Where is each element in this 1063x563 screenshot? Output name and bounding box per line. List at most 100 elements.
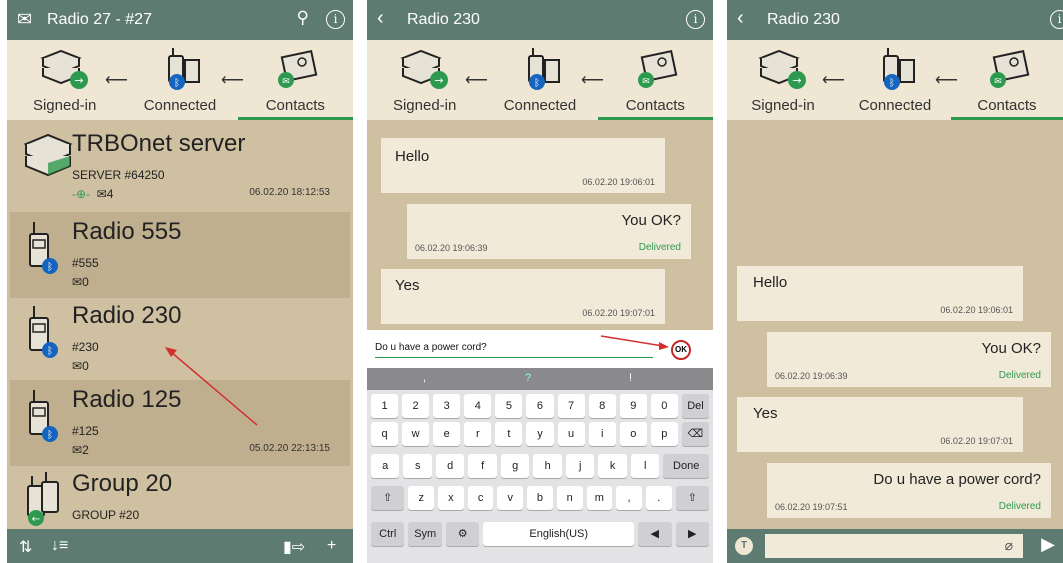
message-input[interactable]: Do u have a power cord? [375,342,487,353]
list-item[interactable]: ᛒ Radio 125 #125 ✉2 05.02.20 22:13:15 [10,380,350,466]
keyboard-key[interactable]: b [527,486,553,510]
list-item[interactable]: ᛒ Radio 555 #555 ✉0 [10,212,350,298]
keyboard-key[interactable]: g [500,454,530,478]
keyboard-key[interactable]: 1 [371,394,399,418]
keyboard-key[interactable]: c [467,486,494,510]
message-timestamp: 06.02.20 19:06:01 [582,177,655,187]
add-contact-icon[interactable]: ▮⇨ [283,537,305,557]
sort-icon[interactable]: ⇅ [19,537,32,557]
group-radios-icon: ← [27,472,59,526]
keyboard-key[interactable]: p [650,422,678,446]
keyboard-key[interactable]: o [619,422,647,446]
keyboard-key[interactable]: English(US) [483,522,635,546]
envelope-icon[interactable]: ✉ [17,9,32,30]
sort-desc-icon[interactable]: ↓≡ [51,537,68,555]
keyboard-key[interactable]: d [435,454,465,478]
keyboard-key[interactable]: ▶ [675,522,709,546]
keyboard-key[interactable]: u [557,422,585,446]
keyboard-key[interactable]: Done [663,454,709,478]
info-icon[interactable]: i [686,8,705,29]
tab-contacts[interactable]: ✉ Contacts [237,40,353,120]
keyboard-key[interactable]: 2 [402,394,430,418]
message-bubble-outgoing[interactable]: You OK? 06.02.20 19:06:39 Delivered [767,332,1051,387]
keyboard-key[interactable]: n [556,486,583,510]
tab-label: Contacts [265,97,325,114]
info-icon[interactable]: i [1050,8,1063,29]
keyboard-key[interactable]: 8 [588,394,616,418]
tab-contacts[interactable]: ✉ Contacts [950,40,1063,120]
add-icon[interactable]: + [327,537,336,555]
keyboard-key[interactable]: ⇧ [675,486,709,510]
keyboard-key[interactable]: t [495,422,523,446]
search-icon[interactable]: ⚲ [297,8,309,28]
send-icon[interactable]: ▶ [1041,534,1055,555]
keyboard-key[interactable]: r [464,422,492,446]
message-input[interactable]: ⌀ [765,534,1023,558]
keyboard-key[interactable]: q [371,422,399,446]
message-bubble-incoming[interactable]: Hello 06.02.20 19:06:01 [381,138,665,193]
svg-text:←: ← [32,514,40,525]
keyboard-key[interactable]: f [468,454,497,478]
keyboard-key[interactable]: y [526,422,554,446]
keyboard-key[interactable]: l [630,454,660,478]
keyboard-key[interactable]: 6 [526,394,554,418]
suggestion-item[interactable]: , [423,372,426,384]
suggestion-item[interactable]: ? [525,372,531,384]
keyboard-key[interactable]: ⚙ [445,522,480,546]
message-text: Do u have a power cord? [873,471,1041,488]
delivery-status: Delivered [998,370,1041,381]
keyboard-key[interactable]: w [402,422,430,446]
keyboard-key[interactable]: Sym [408,522,442,546]
ok-button[interactable]: OK [671,340,691,360]
keyboard-key[interactable]: h [533,454,562,478]
keyboard-key[interactable]: j [565,454,595,478]
keyboard-key[interactable]: 7 [557,394,585,418]
keyboard-key[interactable]: i [588,422,616,446]
keyboard-key[interactable]: ◀ [638,522,672,546]
keyboard-key[interactable]: a [371,454,400,478]
keyboard-key[interactable]: k [598,454,627,478]
keyboard-key[interactable]: e [433,422,461,446]
keyboard-key[interactable]: ⇧ [371,486,405,510]
keyboard-key[interactable]: 5 [495,394,523,418]
chat-screen-typing: ‹ Radio 230 i → Signed-in ⟵ ᛒ Connected … [367,0,713,563]
keyboard-key[interactable]: z [408,486,435,510]
message-bubble-outgoing[interactable]: You OK? 06.02.20 19:06:39 Delivered [407,204,691,259]
keyboard-key[interactable]: . [645,486,672,510]
keyboard-key[interactable]: 3 [433,394,461,418]
keyboard-key[interactable]: v [497,486,524,510]
back-icon[interactable]: ‹ [377,7,384,30]
info-icon[interactable]: i [326,8,345,29]
contacts-screen: ✉ Radio 27 - #27 ⚲ i → Signed-in ⟵ ᛒ Con… [7,0,353,563]
keyboard-key[interactable]: 9 [619,394,647,418]
back-icon[interactable]: ‹ [737,7,744,30]
suggestion-item[interactable]: ! [629,372,632,384]
message-timestamp: 06.02.20 19:07:51 [775,502,848,512]
list-item[interactable]: ᛒ Radio 230 #230 ✉0 [10,296,350,382]
keyboard-key[interactable]: 0 [650,394,678,418]
keyboard-key[interactable]: 4 [464,394,492,418]
tab-label: Contacts [625,97,685,114]
attach-icon[interactable]: ⌀ [1005,537,1013,554]
keyboard-key[interactable]: Del [681,394,709,418]
list-item[interactable]: TRBOnet server SERVER #64250 -⊕- ✉4 06.0… [10,124,350,210]
keyboard-key[interactable]: ⌫ [681,422,709,446]
keyboard-key[interactable]: s [403,454,432,478]
keyboard-key[interactable]: x [438,486,464,510]
tab-label: Connected [143,97,217,114]
message-bubble-outgoing[interactable]: Do u have a power cord? 06.02.20 19:07:5… [767,463,1051,518]
page-title: Radio 230 [407,11,480,28]
timestamp: 06.02.20 18:12:53 [249,187,330,198]
message-bubble-incoming[interactable]: Hello 06.02.20 19:06:01 [737,266,1023,321]
keyboard-key[interactable]: Ctrl [371,522,405,546]
contact-id: #125 [72,424,99,438]
keyboard-key[interactable]: , [616,486,642,510]
message-text: Hello [753,274,788,291]
template-button[interactable]: T [735,537,753,555]
tab-contacts[interactable]: ✉ Contacts [597,40,713,120]
keyboard-key[interactable]: m [586,486,613,510]
message-bubble-incoming[interactable]: Yes 06.02.20 19:07:01 [737,397,1023,452]
message-bubble-incoming[interactable]: Yes 06.02.20 19:07:01 [381,269,665,324]
radio-bluetooth-icon: ᛒ [29,390,58,442]
svg-text:ᛒ: ᛒ [534,78,540,89]
